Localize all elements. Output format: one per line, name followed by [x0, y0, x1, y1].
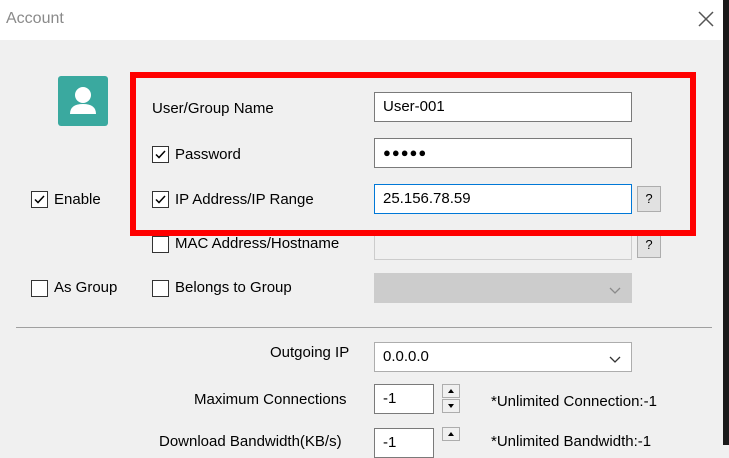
window-edge: [723, 0, 729, 445]
chevron-down-icon: [607, 349, 623, 365]
group-select[interactable]: [374, 273, 632, 303]
download-bandwidth-up-button[interactable]: [442, 427, 460, 441]
highlight-annotation: [130, 72, 696, 236]
outgoing-ip-label: Outgoing IP: [270, 344, 350, 361]
download-bandwidth-input[interactable]: -1: [374, 428, 434, 458]
enable-label: Enable: [54, 191, 101, 208]
download-bandwidth-note: *Unlimited Bandwidth:-1: [491, 433, 652, 450]
enable-checkbox[interactable]: [31, 191, 48, 208]
window-title: Account: [6, 10, 64, 27]
max-connections-label: Maximum Connections: [194, 391, 347, 408]
mac-label: MAC Address/Hostname: [175, 235, 340, 252]
as-group-label: As Group: [54, 279, 118, 296]
user-avatar-icon: [58, 76, 108, 126]
chevron-down-icon: [607, 280, 623, 296]
belongs-to-group-label: Belongs to Group: [175, 279, 292, 296]
max-connections-input[interactable]: -1: [374, 384, 434, 414]
max-connections-up-button[interactable]: [442, 384, 460, 398]
mac-checkbox[interactable]: [152, 236, 169, 253]
max-connections-down-button[interactable]: [442, 399, 460, 413]
outgoing-ip-value: 0.0.0.0: [383, 348, 429, 365]
download-bandwidth-label: Download Bandwidth(KB/s): [159, 433, 342, 450]
belongs-to-group-checkbox[interactable]: [152, 280, 169, 297]
section-divider: [16, 327, 712, 328]
max-connections-note: *Unlimited Connection:-1: [491, 393, 657, 410]
close-icon[interactable]: [693, 6, 719, 32]
title-bar: [0, 0, 729, 40]
outgoing-ip-select[interactable]: 0.0.0.0: [374, 342, 632, 372]
as-group-checkbox[interactable]: [31, 280, 48, 297]
